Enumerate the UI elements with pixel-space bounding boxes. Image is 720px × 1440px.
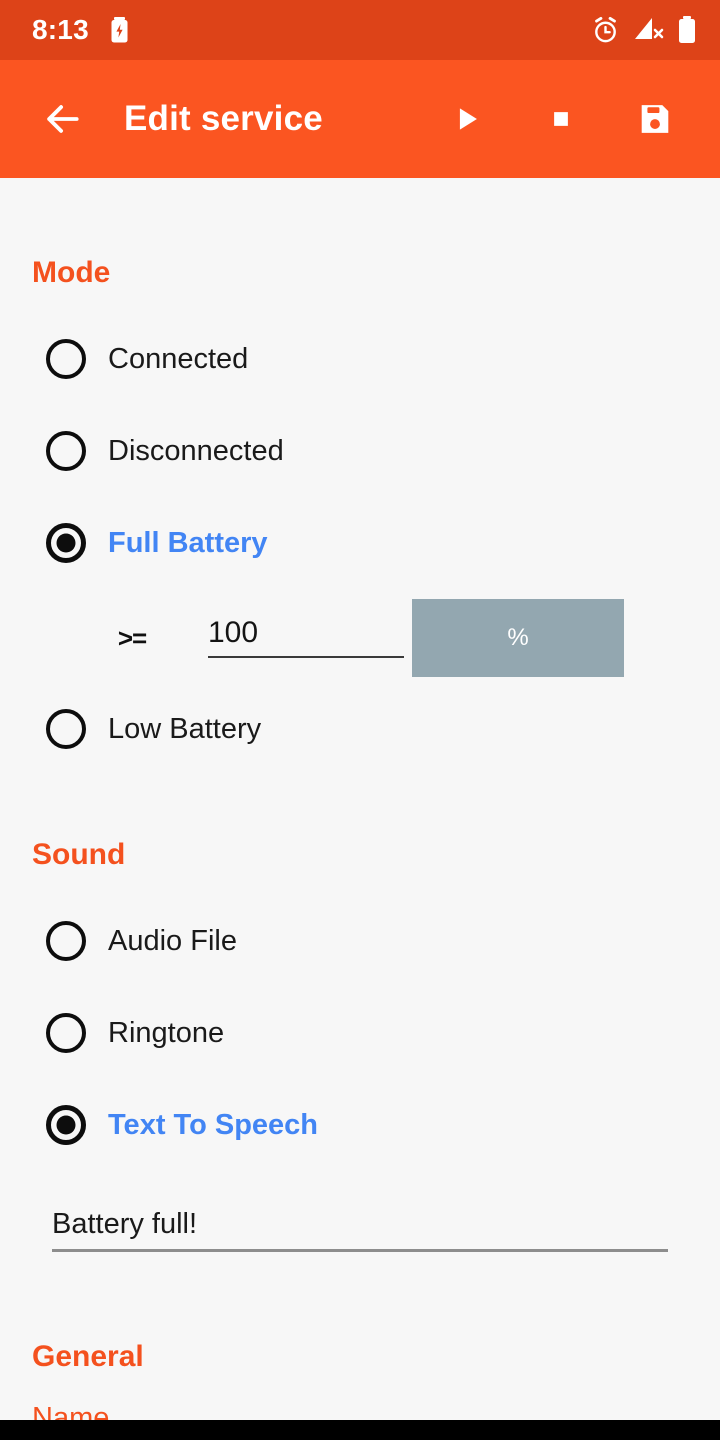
system-navigation-bar xyxy=(0,1420,720,1440)
app-screen: 8:13 Edit service Mode Connected Disconn… xyxy=(0,0,720,1440)
percent-unit-button[interactable]: % xyxy=(412,599,624,677)
battery-threshold-row: >= 100 % xyxy=(0,598,720,678)
radio-option-connected[interactable]: Connected xyxy=(0,328,720,390)
alarm-icon xyxy=(591,16,620,45)
battery-percent-input[interactable]: 100 xyxy=(208,618,404,658)
status-bar-left: 8:13 xyxy=(32,16,128,44)
radio-option-disconnected[interactable]: Disconnected xyxy=(0,420,720,482)
radio-option-audio-file[interactable]: Audio File xyxy=(0,910,720,972)
stop-button[interactable] xyxy=(514,72,608,166)
battery-icon xyxy=(678,16,696,44)
radio-low-battery-icon[interactable] xyxy=(46,709,86,749)
radio-ringtone-icon[interactable] xyxy=(46,1013,86,1053)
stop-icon xyxy=(554,112,568,126)
radio-text-to-speech-icon[interactable] xyxy=(46,1105,86,1145)
radio-label-audio-file: Audio File xyxy=(108,924,237,957)
name-field-label: Name xyxy=(32,1402,110,1420)
status-bar-right xyxy=(591,16,696,45)
radio-label-low-battery: Low Battery xyxy=(108,712,262,745)
app-bar: Edit service xyxy=(0,60,720,178)
save-icon xyxy=(641,105,669,133)
status-bar: 8:13 xyxy=(0,0,720,60)
app-bar-actions xyxy=(420,72,720,166)
signal-off-icon xyxy=(634,17,664,43)
play-button[interactable] xyxy=(420,72,514,166)
radio-disconnected-icon[interactable] xyxy=(46,431,86,471)
play-icon xyxy=(459,108,477,130)
settings-content: Mode Connected Disconnected Full Battery… xyxy=(0,178,720,1420)
back-arrow-icon xyxy=(47,105,79,133)
radio-connected-icon[interactable] xyxy=(46,339,86,379)
radio-label-ringtone: Ringtone xyxy=(108,1016,225,1049)
tts-text-value: Battery full! xyxy=(52,1208,198,1240)
radio-option-ringtone[interactable]: Ringtone xyxy=(0,1002,720,1064)
radio-label-connected: Connected xyxy=(108,342,249,375)
comparison-operator-label: >= xyxy=(117,622,147,653)
back-button[interactable] xyxy=(24,81,100,157)
save-button[interactable] xyxy=(608,72,702,166)
section-header-general: General xyxy=(32,1340,144,1373)
status-time: 8:13 xyxy=(32,14,89,45)
radio-label-disconnected: Disconnected xyxy=(108,434,284,467)
page-title: Edit service xyxy=(124,99,323,138)
section-header-sound: Sound xyxy=(32,838,126,871)
tts-text-input[interactable]: Battery full! xyxy=(52,1210,668,1252)
battery-charging-icon xyxy=(111,17,128,43)
radio-option-low-battery[interactable]: Low Battery xyxy=(0,698,720,760)
radio-audio-file-icon[interactable] xyxy=(46,921,86,961)
radio-label-full-battery: Full Battery xyxy=(108,526,268,559)
battery-percent-value: 100 xyxy=(208,616,259,649)
radio-option-text-to-speech[interactable]: Text To Speech xyxy=(0,1094,720,1156)
radio-label-text-to-speech: Text To Speech xyxy=(108,1108,319,1141)
section-header-mode: Mode xyxy=(32,256,111,289)
radio-option-full-battery[interactable]: Full Battery xyxy=(0,512,720,574)
radio-full-battery-icon[interactable] xyxy=(46,523,86,563)
